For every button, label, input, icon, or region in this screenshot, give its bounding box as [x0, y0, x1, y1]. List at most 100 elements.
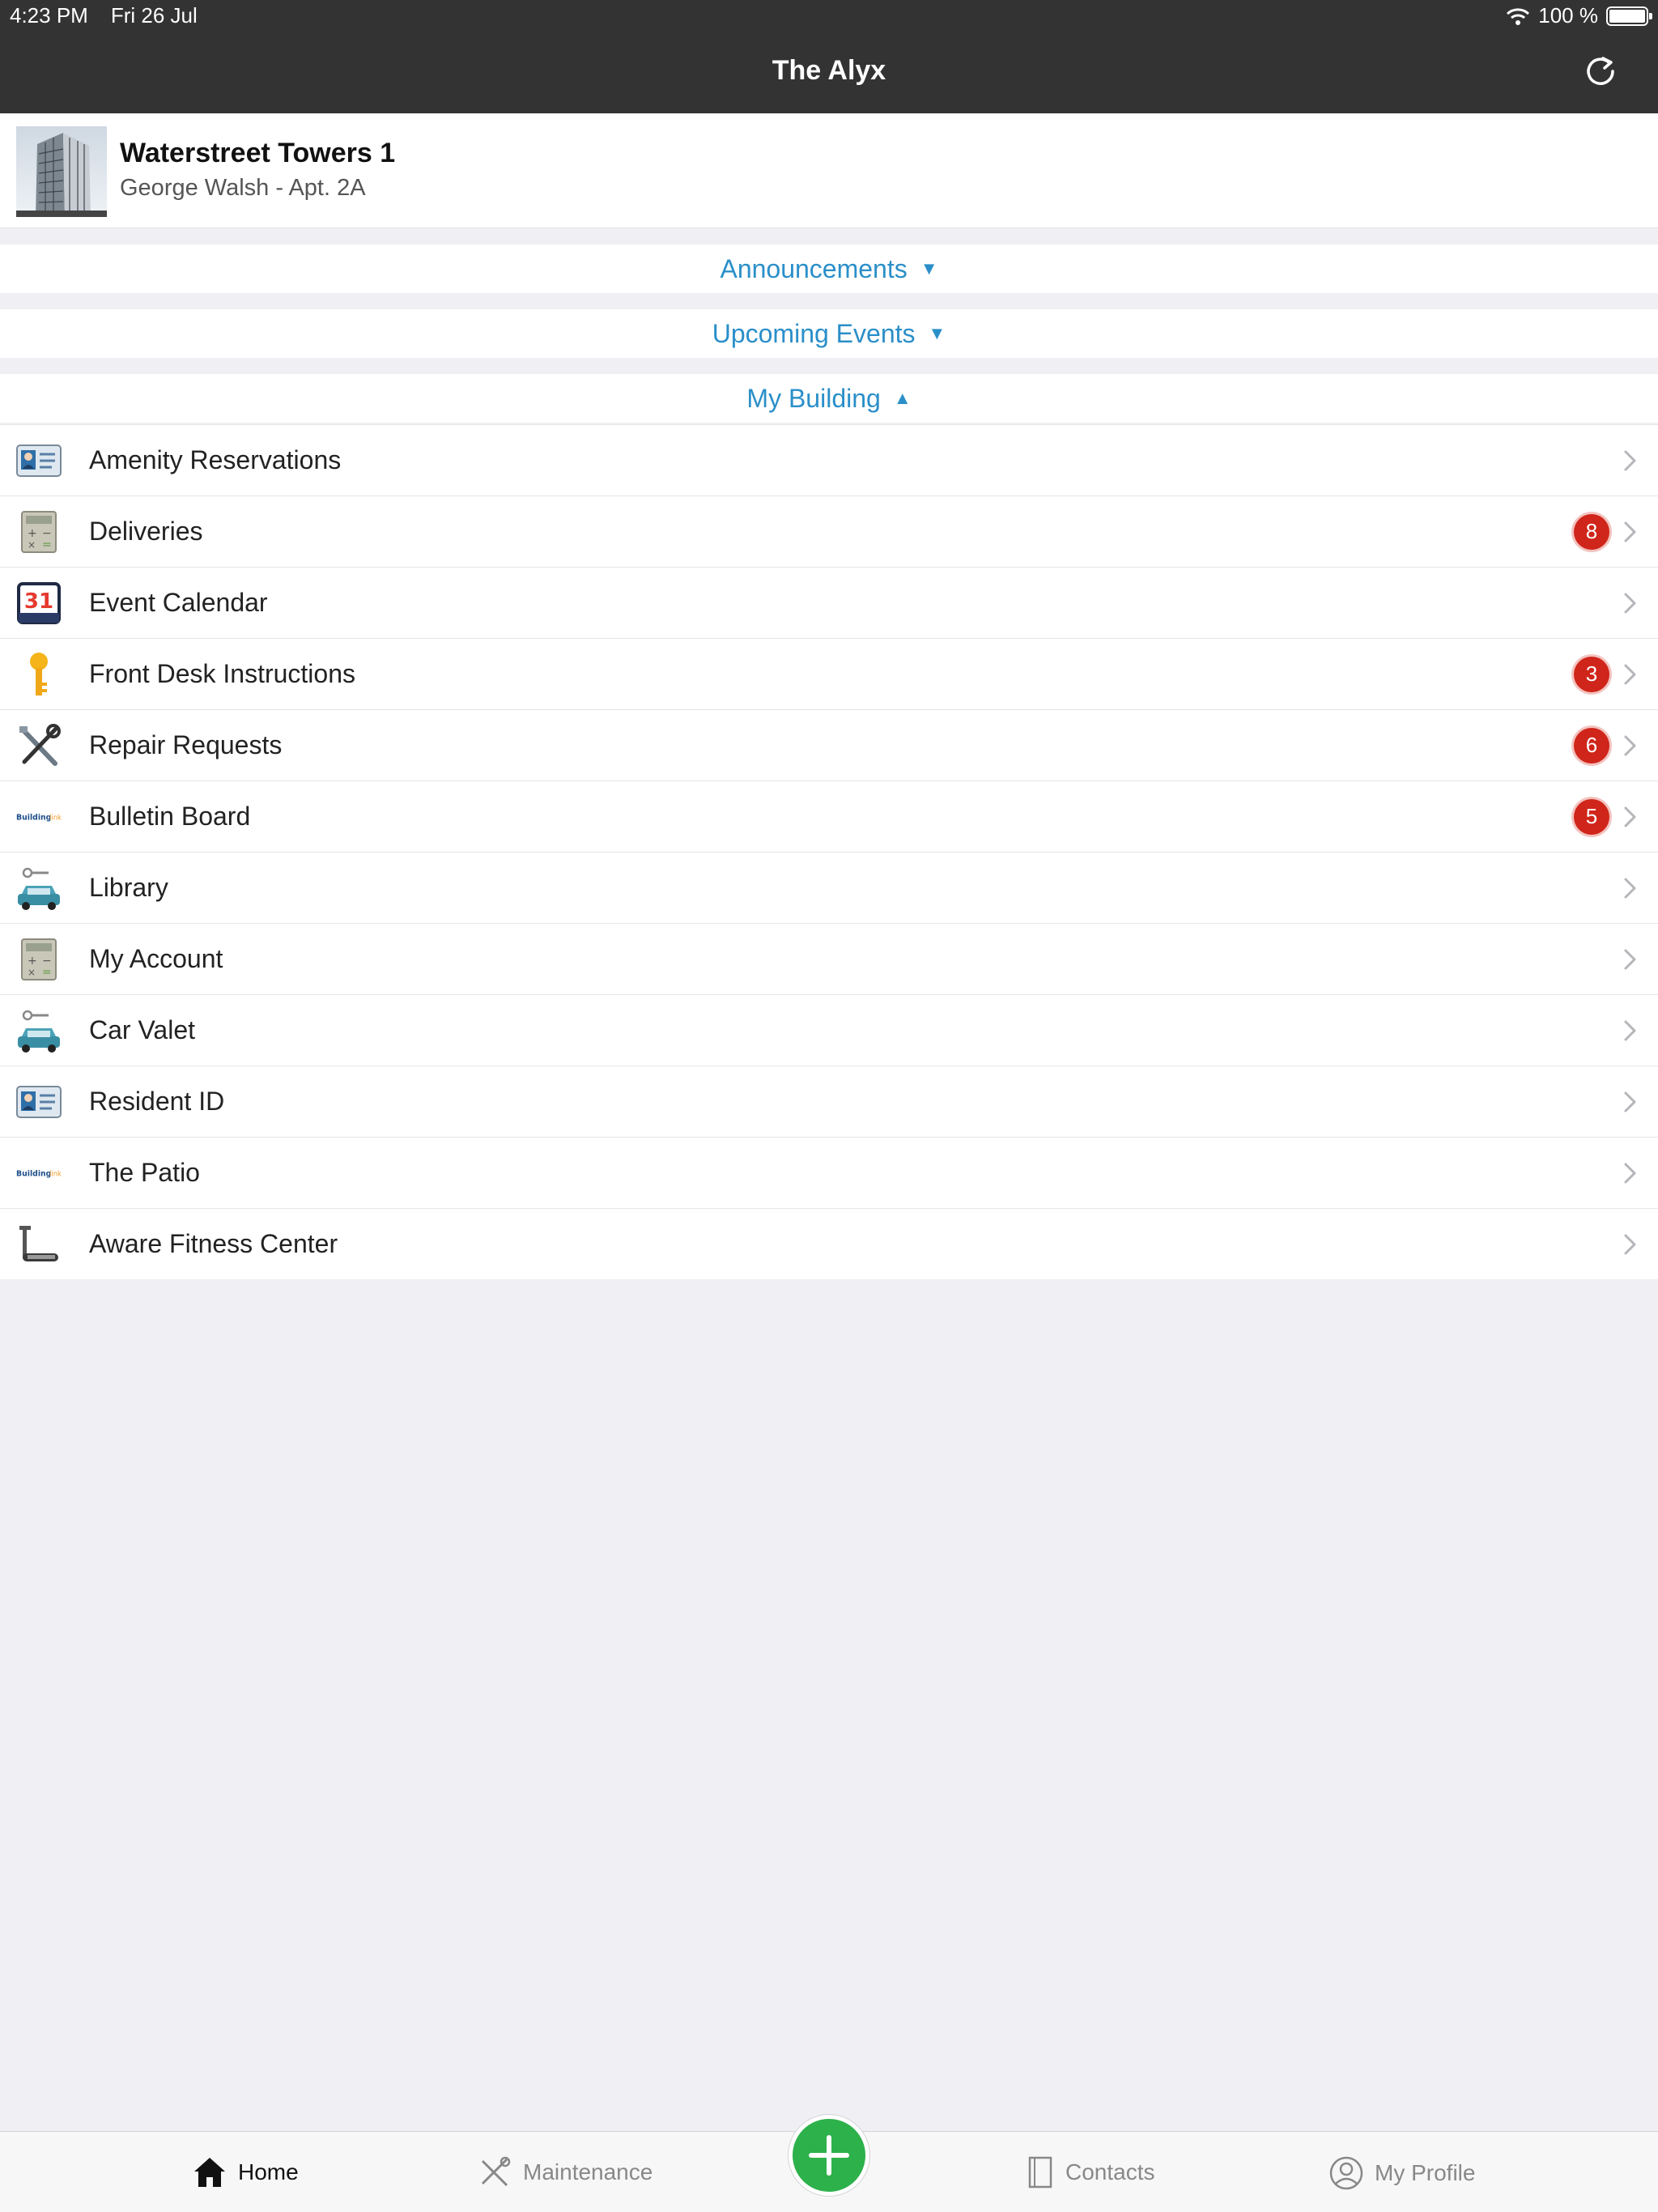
tools-icon [481, 2156, 511, 2187]
notification-badge: 8 [1574, 513, 1609, 550]
expand-arrow-icon: ▼ [920, 258, 938, 279]
buildinglink-logo-icon: Building link [16, 1152, 62, 1194]
svg-text:link: link [49, 814, 62, 822]
status-bar-right: 100 % [1506, 3, 1652, 28]
chevron-right-icon [1624, 521, 1636, 542]
status-date: Fri 26 Jul [110, 3, 198, 28]
battery-icon [1606, 6, 1652, 26]
notification-badge: 5 [1574, 798, 1609, 835]
id-card-icon [16, 440, 62, 482]
tab-home-label: Home [238, 2159, 299, 2184]
chevron-right-icon [1624, 878, 1636, 898]
tab-my-profile[interactable]: My Profile [1329, 2156, 1475, 2190]
tab-maintenance-label: Maintenance [523, 2159, 653, 2184]
chevron-right-icon [1624, 949, 1636, 969]
list-item[interactable]: Car Valet [0, 994, 1658, 1066]
svg-text:×: × [28, 967, 36, 978]
svg-text:=: = [42, 966, 52, 979]
home-icon [194, 2158, 225, 2187]
list-item-label: Resident ID [89, 1087, 225, 1116]
list-item[interactable]: Repair Requests 6 [0, 709, 1658, 781]
list-item[interactable]: Building link Bulletin Board 5 [0, 781, 1658, 852]
list-item[interactable]: Front Desk Instructions 3 [0, 638, 1658, 709]
wifi-icon [1507, 7, 1530, 25]
chevron-right-icon [1624, 735, 1636, 755]
list-item-label: Event Calendar [89, 588, 268, 617]
upcoming-events-section-toggle[interactable]: Upcoming Events ▼ [0, 309, 1658, 358]
notification-badge: 3 [1574, 656, 1609, 692]
list-item-label: My Account [89, 944, 223, 973]
tab-home[interactable]: Home [193, 2156, 299, 2189]
list-item[interactable]: Aware Fitness Center [0, 1208, 1658, 1279]
page-title: The Alyx [772, 55, 886, 86]
my-building-list: Amenity Reservations + − × = Deliveries 8 31 Eve… [0, 424, 1658, 1279]
list-item[interactable]: Library [0, 852, 1658, 923]
building-photo [16, 126, 107, 217]
tab-maintenance[interactable]: Maintenance [478, 2156, 653, 2189]
list-item[interactable]: + − × = My Account [0, 923, 1658, 994]
list-item-label: Amenity Reservations [89, 445, 342, 474]
tab-contacts-label: Contacts [1065, 2159, 1155, 2184]
calendar-icon: 31 [16, 582, 62, 624]
list-item-label: Bulletin Board [89, 802, 251, 831]
list-item-label: Aware Fitness Center [89, 1229, 338, 1258]
my-building-section-toggle[interactable]: My Building ▲ [0, 374, 1658, 423]
chevron-right-icon [1624, 1091, 1636, 1112]
list-item-label: The Patio [89, 1158, 200, 1187]
announcements-section-toggle[interactable]: Announcements ▼ [0, 245, 1658, 293]
resident-info: George Walsh - Apt. 2A [120, 175, 366, 201]
svg-text:+: + [28, 527, 37, 540]
svg-text:+: + [28, 955, 37, 968]
announcements-label: Announcements [720, 253, 908, 283]
list-item-label: Front Desk Instructions [89, 659, 355, 688]
address-book-icon [1028, 2156, 1052, 2189]
tab-my-profile-label: My Profile [1375, 2160, 1476, 2185]
building-name: Waterstreet Towers 1 [120, 138, 396, 168]
my-building-label: My Building [746, 383, 881, 413]
svg-text:×: × [28, 539, 36, 551]
add-button[interactable] [789, 2115, 869, 2196]
list-item-label: Car Valet [89, 1015, 196, 1044]
chevron-right-icon [1624, 664, 1636, 684]
list-item[interactable]: + − × = Deliveries 8 [0, 496, 1658, 567]
battery-percent: 100 % [1538, 3, 1598, 28]
list-item[interactable]: Building link The Patio [0, 1137, 1658, 1208]
collapse-arrow-icon: ▲ [893, 388, 912, 408]
tools-icon [16, 724, 62, 767]
tab-contacts[interactable]: Contacts [1027, 2156, 1155, 2189]
chevron-right-icon [1624, 450, 1636, 470]
list-item-label: Deliveries [89, 517, 203, 546]
treadmill-icon [16, 1223, 62, 1266]
refresh-icon[interactable] [1580, 52, 1621, 92]
svg-text:Building: Building [16, 1170, 51, 1179]
svg-text:Building: Building [16, 814, 51, 823]
user-icon [1329, 2156, 1363, 2190]
svg-text:link: link [49, 1170, 62, 1178]
chevron-right-icon [1624, 1234, 1636, 1254]
expand-arrow-icon: ▼ [928, 323, 946, 343]
list-item[interactable]: 31 Event Calendar [0, 567, 1658, 638]
list-item-label: Library [89, 873, 168, 902]
notification-badge: 6 [1574, 727, 1609, 764]
svg-text:=: = [42, 538, 52, 551]
key-icon [16, 653, 62, 696]
top-bar: 4:23 PM Fri 26 Jul 100 % The Alyx [0, 0, 1658, 113]
id-card-icon [16, 1081, 62, 1123]
car-key-icon [16, 1010, 62, 1053]
building-header[interactable]: Waterstreet Towers 1 George Walsh - Apt.… [0, 113, 1658, 228]
plus-icon [809, 2135, 849, 2176]
chevron-right-icon [1624, 1020, 1636, 1040]
upcoming-events-label: Upcoming Events [712, 318, 916, 348]
chevron-right-icon [1624, 1163, 1636, 1183]
calculator-icon: + − × = [16, 938, 62, 981]
list-item-label: Repair Requests [89, 730, 283, 759]
car-key-icon [16, 867, 62, 910]
calculator-icon: + − × = [16, 511, 62, 553]
status-time: 4:23 PM [10, 3, 88, 28]
buildinglink-logo-icon: Building link [16, 796, 62, 838]
svg-text:31: 31 [24, 589, 53, 614]
chevron-right-icon [1624, 593, 1636, 613]
list-item[interactable]: Resident ID [0, 1066, 1658, 1137]
list-item[interactable]: Amenity Reservations [0, 424, 1658, 496]
status-bar-left: 4:23 PM Fri 26 Jul [10, 3, 198, 28]
